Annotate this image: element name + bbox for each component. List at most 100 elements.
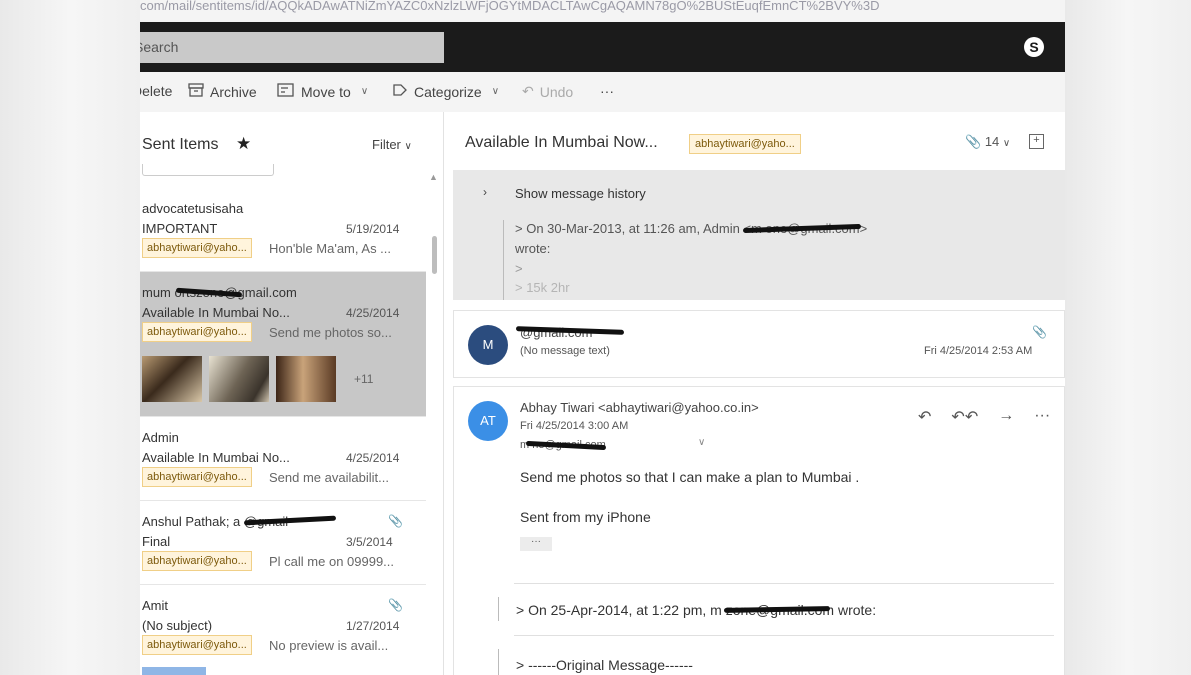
message-card[interactable]: M @gmail.com (No message text) 📎 Fri 4/2…: [453, 310, 1065, 378]
message-preview: (No message text): [520, 345, 610, 357]
undo-label: Undo: [539, 83, 574, 100]
more-actions-label: ···: [600, 83, 614, 99]
move-to-button[interactable]: Move to ∨: [277, 83, 368, 100]
attachments-button[interactable]: 📎 14 ∨: [965, 134, 1010, 150]
more-options-icon[interactable]: ···: [1034, 407, 1050, 427]
message-history-panel: › Show message history > On 30-Mar-2013,…: [453, 170, 1065, 300]
skype-icon[interactable]: S: [1024, 37, 1044, 57]
attachment-thumbnail[interactable]: [209, 356, 269, 402]
move-to-icon: [277, 83, 295, 100]
more-actions-button[interactable]: ···: [600, 83, 614, 99]
message-sender: advocatetusisaha: [142, 201, 244, 216]
message-preview: Pl call me on 09999...: [269, 554, 395, 569]
history-line: >: [515, 261, 523, 276]
list-item[interactable]: Amit 📎 (No subject) 1/27/2014 abhaytiwar…: [140, 585, 426, 675]
message-from: Abhay Tiwari <abhaytiwari@yahoo.co.in>: [520, 400, 759, 415]
message-sender: Amit: [142, 598, 168, 613]
message-date: 3/5/2014: [346, 535, 393, 549]
attachment-thumbnail[interactable]: [276, 356, 336, 402]
attachment-count: 14: [984, 134, 1000, 149]
chevron-down-icon: ∨: [404, 141, 412, 152]
list-item[interactable]: Admin Available In Mumbai No... 4/25/201…: [140, 417, 426, 501]
undo-icon: ↶: [522, 83, 534, 99]
message-date: Fri 4/25/2014 3:00 AM: [520, 420, 629, 432]
message-card-expanded: AT Abhay Tiwari <abhaytiwari@yahoo.co.in…: [453, 386, 1065, 675]
divider: [514, 635, 1054, 636]
avatar: M: [468, 325, 508, 365]
message-tag: abhaytiwari@yaho...: [142, 238, 252, 258]
categorize-button[interactable]: Categorize ∨: [392, 83, 499, 100]
search-input[interactable]: Search: [140, 32, 444, 63]
conversation-tag: abhaytiwari@yaho...: [689, 134, 801, 154]
message-tag: abhaytiwari@yaho...: [142, 635, 252, 655]
filter-label: Filter: [372, 137, 401, 152]
message-subject: Final: [142, 534, 171, 549]
message-sender: Admin: [142, 430, 179, 445]
chevron-right-icon[interactable]: ›: [483, 185, 487, 199]
message-preview: Hon'ble Ma'am, As ...: [269, 241, 392, 256]
message-subject: IMPORTANT: [142, 221, 218, 236]
reading-pane: Available In Mumbai Now... abhaytiwari@y…: [445, 112, 1065, 675]
command-bar: Delete Archive Move to ∨ Categorize ∨ ↶ …: [140, 72, 1065, 112]
outlook-window: com/mail/sentitems/id/AQQkADAwATNiZmYAZC…: [140, 0, 1065, 675]
folder-title: Sent Items: [142, 136, 219, 153]
more-attachments-count[interactable]: +11: [354, 372, 373, 386]
message-tag: abhaytiwari@yaho...: [142, 467, 252, 487]
message-body-line: Sent from my iPhone: [520, 509, 651, 525]
message-subject: Available In Mumbai No...: [142, 305, 290, 320]
chevron-down-icon[interactable]: ∨: [698, 437, 705, 448]
filter-button[interactable]: Filter ∨: [372, 137, 412, 152]
show-more-button[interactable]: ···: [520, 537, 552, 551]
quote-rule: [498, 649, 499, 675]
delete-label: Delete: [140, 83, 173, 99]
delete-button[interactable]: Delete: [140, 83, 172, 99]
history-line: > 15k 2hr: [515, 280, 570, 295]
reply-all-icon[interactable]: ↶↶: [951, 407, 978, 427]
attachment-thumbnail[interactable]: [142, 356, 202, 402]
category-chip: [142, 667, 206, 675]
message-tag: abhaytiwari@yaho...: [142, 551, 252, 571]
message-tag: abhaytiwari@yaho...: [142, 322, 252, 342]
message-date: 4/25/2014: [346, 451, 400, 465]
message-preview: Send me availabilit...: [269, 470, 389, 485]
message-preview: No preview is avail...: [269, 638, 389, 653]
scrollbar-thumb[interactable]: [432, 236, 437, 274]
chevron-down-icon: ∨: [360, 86, 369, 97]
message-date: 5/19/2014: [346, 222, 400, 236]
address-bar[interactable]: com/mail/sentitems/id/AQQkADAwATNiZmYAZC…: [140, 0, 1065, 22]
message-date: 4/25/2014: [346, 306, 400, 320]
message-body-line: Send me photos so that I can make a plan…: [520, 469, 860, 485]
paperclip-icon: 📎: [388, 514, 403, 528]
attachment-thumbnails: [142, 356, 336, 402]
paperclip-icon: 📎: [388, 598, 403, 612]
list-item-selected[interactable]: mum ortszone@gmail.com Available In Mumb…: [140, 272, 426, 417]
forward-icon[interactable]: →: [998, 407, 1014, 427]
star-icon[interactable]: ★: [236, 134, 251, 154]
quote-rule: [503, 220, 504, 300]
archive-button[interactable]: Archive: [188, 83, 257, 100]
paperclip-icon: 📎: [1032, 325, 1047, 339]
scroll-up-arrow-icon[interactable]: ▲: [429, 172, 438, 182]
divider: [514, 583, 1054, 584]
conversation-title: Available In Mumbai Now...: [465, 134, 658, 151]
address-url: com/mail/sentitems/id/AQQkADAwATNiZmYAZC…: [140, 0, 880, 13]
quoted-line: > ------Original Message------: [516, 657, 693, 673]
reply-icon[interactable]: ↶: [918, 407, 931, 427]
list-selector-stub: [142, 164, 274, 176]
list-item[interactable]: advocatetusisaha IMPORTANT 5/19/2014 abh…: [140, 188, 426, 272]
message-subject: (No subject): [142, 618, 213, 633]
move-to-label: Move to: [301, 83, 351, 100]
chevron-down-icon: ∨: [1002, 138, 1011, 149]
search-placeholder: Search: [140, 39, 179, 55]
history-line: wrote:: [515, 241, 551, 256]
background-blur-right: [1065, 0, 1191, 675]
tag-icon: [392, 83, 408, 100]
message-date: 1/27/2014: [346, 619, 400, 633]
list-header: Sent Items ★ Filter ∨: [140, 112, 444, 178]
show-history-button[interactable]: Show message history: [515, 186, 646, 201]
list-item[interactable]: Anshul Pathak; a @gmail 📎 Final 3/5/2014…: [140, 501, 426, 585]
avatar: AT: [468, 401, 508, 441]
open-in-new-window-icon[interactable]: +: [1029, 134, 1044, 149]
top-bar: Search S: [140, 22, 1065, 72]
undo-button[interactable]: ↶ Undo: [522, 83, 573, 100]
